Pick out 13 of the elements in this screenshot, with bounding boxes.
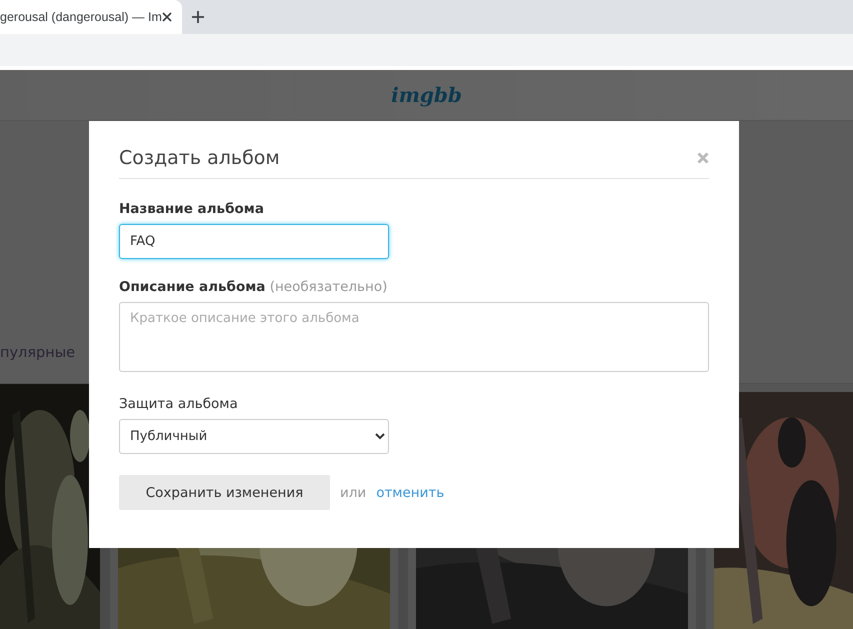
field-label: Описание альбома (необязательно) [119, 279, 388, 295]
description-field[interactable]: Краткое описание этого альбома [119, 302, 709, 372]
dialog-title: Создать альбом [119, 147, 280, 169]
name-field[interactable]: FAQ [119, 224, 389, 259]
field-label: Защита альбома [119, 396, 239, 412]
or-text: или [340, 484, 366, 500]
save-button[interactable]: Сохранить изменения [119, 475, 330, 510]
plus-icon[interactable] [192, 11, 204, 23]
close-icon[interactable] [162, 12, 172, 22]
browser-tab[interactable]: gerousal (dangerousal) — Im [0, 0, 182, 34]
field-label: Название альбома [119, 201, 265, 217]
privacy-dropdown[interactable]: Публичный [119, 419, 389, 454]
tab-title: gerousal (dangerousal) — Im [0, 10, 162, 24]
